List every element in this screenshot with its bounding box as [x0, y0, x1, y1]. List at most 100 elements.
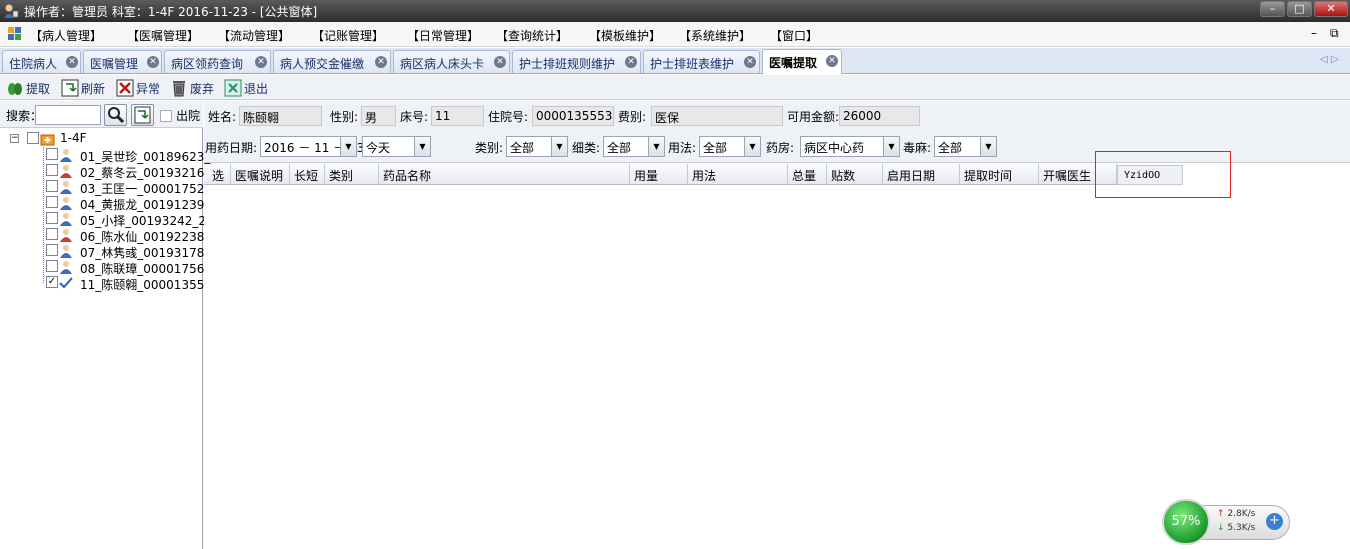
menu-query-statistics[interactable]: 【查询统计】 — [496, 27, 568, 44]
memory-usage-ball[interactable]: 57% — [1162, 499, 1210, 545]
patient-tree-node[interactable]: 08_陈联璋_0000175678 — [46, 259, 220, 276]
patient-checkbox[interactable] — [46, 196, 58, 208]
search-button[interactable] — [104, 104, 127, 126]
patient-checkbox[interactable] — [46, 228, 58, 240]
gender-label: 性别: — [330, 110, 359, 124]
tab-ward-drug-query[interactable]: 病区领药查询 ✕ — [164, 50, 271, 73]
patient-checkbox[interactable] — [46, 212, 58, 224]
discharged-checkbox[interactable] — [160, 110, 172, 122]
bed-field: 11 — [431, 106, 484, 126]
exception-button[interactable]: 异常 — [116, 79, 166, 97]
minimize-window-button[interactable]: – — [1260, 1, 1285, 17]
column-header-total[interactable]: 总量 — [788, 164, 827, 185]
tab-scroll-arrows[interactable]: ◁ ▷ — [1320, 54, 1339, 65]
column-header-usage[interactable]: 用法 — [688, 164, 788, 185]
close-icon[interactable]: ✕ — [66, 56, 78, 68]
patient-tree-node[interactable]: 07_林隽彧_00193178_2 — [46, 243, 218, 260]
tree-checkbox[interactable] — [27, 132, 39, 144]
collapse-icon[interactable]: − — [10, 134, 19, 143]
pharmacy-select[interactable]: 病区中心药 ▼ — [800, 136, 900, 157]
column-header-order-note[interactable]: 医嘱说明 — [231, 164, 290, 185]
plus-icon[interactable]: + — [1266, 513, 1283, 530]
usage-select[interactable]: 全部 ▼ — [699, 136, 761, 157]
patient-checkbox[interactable] — [46, 164, 58, 176]
tree-root-node[interactable]: − 1-4F — [10, 131, 200, 147]
column-header-term[interactable]: 长短 — [290, 164, 325, 185]
close-icon[interactable]: ✕ — [625, 56, 637, 68]
patient-tree-pane: 搜索： 出院 − 1-4F 01_吴世珍_00189623_2 02_蔡冬云_0019… — [0, 101, 221, 549]
close-icon[interactable]: ✕ — [744, 56, 756, 68]
close-icon[interactable]: ✕ — [494, 56, 506, 68]
chevron-down-icon[interactable]: ▼ — [883, 137, 899, 156]
column-header-drug-name[interactable]: 药品名称 — [379, 164, 630, 185]
menu-billing-management[interactable]: 【记账管理】 — [312, 27, 384, 44]
column-header-select[interactable]: 选 — [208, 164, 231, 185]
menu-order-management[interactable]: 【医嘱管理】 — [127, 27, 199, 44]
menu-window[interactable]: 【窗口】 — [770, 27, 818, 44]
refresh-icon — [134, 106, 151, 124]
column-header-category[interactable]: 类别 — [325, 164, 379, 185]
tab-nurse-schedule[interactable]: 护士排班表维护 ✕ — [643, 50, 760, 73]
order-extract-pane: 姓名: 陈颐翱 性别: 男 床号: 11 住院号: 0000135553 费别:… — [204, 101, 1350, 549]
download-speed: ↓ 5.3K/s — [1217, 523, 1255, 533]
app-menu-icon[interactable] — [8, 27, 22, 40]
network-speed-widget[interactable]: 57% ↑ 2.8K/s ↓ 5.3K/s + — [1162, 499, 1290, 545]
patient-checkbox[interactable]: ✓ — [46, 276, 58, 288]
menu-template-maintenance[interactable]: 【模板维护】 — [589, 27, 661, 44]
menu-system-maintenance[interactable]: 【系统维护】 — [679, 27, 751, 44]
chevron-down-icon[interactable]: ▼ — [551, 137, 567, 156]
patient-tree-node[interactable]: 02_蔡冬云_00193216_2 — [46, 163, 218, 180]
mdi-minimize-button[interactable]: – — [1311, 26, 1317, 40]
subcategory-select[interactable]: 全部 ▼ — [603, 136, 665, 157]
search-input[interactable] — [35, 105, 101, 125]
column-header-start-date[interactable]: 启用日期 — [883, 164, 960, 185]
patient-tree-node[interactable]: 01_吴世珍_00189623_2 — [46, 147, 218, 164]
narcotic-label: 毒麻: — [903, 141, 932, 155]
close-window-button[interactable]: ✕ — [1314, 1, 1348, 17]
narcotic-select[interactable]: 全部 ▼ — [934, 136, 997, 157]
patient-tree-node[interactable]: 05_小择_00193242_201 — [46, 211, 221, 228]
close-icon[interactable]: ✕ — [255, 56, 267, 68]
chevron-down-icon[interactable]: ▼ — [414, 137, 430, 156]
tab-order-extraction[interactable]: 医嘱提取 ✕ — [762, 49, 842, 74]
maximize-window-button[interactable]: □ — [1287, 1, 1312, 17]
close-icon[interactable]: ✕ — [147, 56, 159, 68]
female-patient-icon — [60, 165, 72, 178]
chevron-down-icon[interactable]: ▼ — [980, 137, 996, 156]
patient-tree-node[interactable]: 06_陈水仙_00192238_2 — [46, 227, 218, 244]
menu-daily-management[interactable]: 【日常管理】 — [407, 27, 479, 44]
chevron-down-icon[interactable]: ▼ — [744, 137, 760, 156]
patient-tree-node[interactable]: ✓ 11_陈颐翱_0000135553 — [46, 275, 220, 292]
chevron-down-icon[interactable]: ▼ — [648, 137, 664, 156]
extract-button[interactable]: 提取 — [6, 79, 56, 97]
tab-nurse-rule[interactable]: 护士排班规则维护 ✕ — [512, 50, 641, 73]
patient-checkbox[interactable] — [46, 260, 58, 272]
close-icon[interactable]: ✕ — [826, 55, 838, 67]
refresh-button[interactable]: 刷新 — [61, 79, 111, 97]
menu-patient-management[interactable]: 【病人管理】 — [30, 27, 102, 44]
patient-checkbox[interactable] — [46, 244, 58, 256]
mdi-restore-button[interactable]: ⧉ — [1330, 26, 1339, 41]
category-select[interactable]: 全部 ▼ — [506, 136, 568, 157]
toolbar: 提取 刷新 异常 废弃 退出 — [0, 75, 1350, 100]
patient-tree-node[interactable]: 04_黄振龙_00191239_2 — [46, 195, 218, 212]
column-header-extract-time[interactable]: 提取时间 — [960, 164, 1039, 185]
patient-tree-node[interactable]: 03_王匡一_0000175221 — [46, 179, 220, 196]
menu-flow-management[interactable]: 【流动管理】 — [218, 27, 290, 44]
period-select[interactable]: 今天 ▼ — [362, 136, 431, 157]
tree-refresh-button[interactable] — [131, 104, 154, 126]
patient-checkbox[interactable] — [46, 180, 58, 192]
column-header-dosage[interactable]: 用量 — [630, 164, 688, 185]
column-header-doses[interactable]: 贴数 — [827, 164, 883, 185]
close-icon[interactable]: ✕ — [375, 56, 387, 68]
tab-inpatients[interactable]: 住院病人 ✕ — [2, 50, 81, 73]
chevron-down-icon[interactable]: ▼ — [340, 137, 356, 156]
fee-type-label: 费别: — [618, 110, 647, 124]
patient-checkbox[interactable] — [46, 148, 58, 160]
discard-button[interactable]: 废弃 — [170, 79, 220, 97]
date-picker[interactable]: 2016 － 11 － 23 ▼ — [260, 136, 364, 157]
tab-order-management[interactable]: 医嘱管理 ✕ — [83, 50, 162, 73]
exit-button[interactable]: 退出 — [224, 79, 274, 97]
tab-deposit-reminder[interactable]: 病人预交金催缴 ✕ — [273, 50, 391, 73]
tab-bedside-card[interactable]: 病区病人床头卡 ✕ — [393, 50, 510, 73]
